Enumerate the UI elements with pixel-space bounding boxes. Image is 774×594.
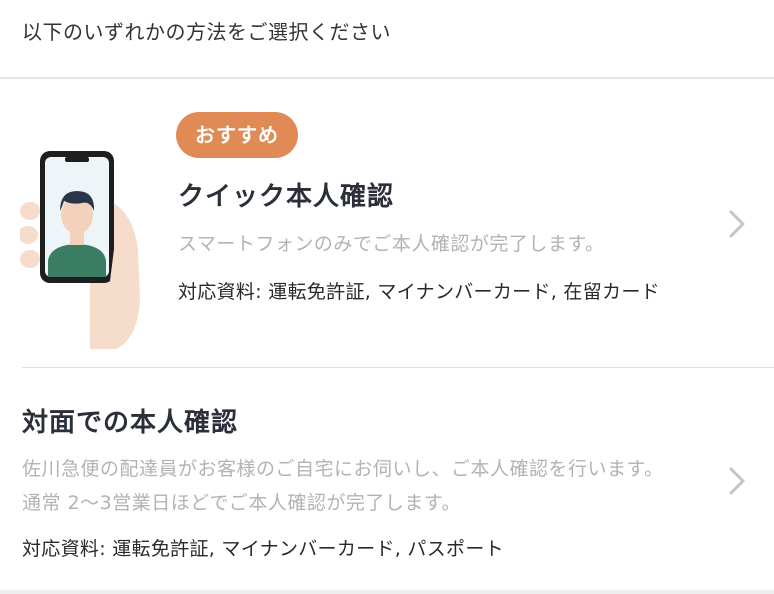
- recommended-badge: おすすめ: [176, 112, 298, 158]
- quick-verification-title: クイック本人確認: [178, 182, 395, 212]
- verification-method-page: 以下のいずれかの方法をご選択ください おすすめ クイック本人確認 スマートフォン: [0, 0, 774, 594]
- bottom-divider: [0, 590, 774, 594]
- face-to-face-verification-description: 佐川急便の配達員がお客様のご自宅にお伺いし、ご本人確認を行います。通常 2～3営…: [22, 458, 664, 514]
- chevron-right-icon: [729, 467, 745, 495]
- quick-verification-description: スマートフォンのみでご本人確認が完了します。: [178, 233, 605, 255]
- chevron-right-icon: [729, 210, 745, 238]
- smartphone-selfie-illustration: [20, 151, 140, 349]
- face-to-face-verification-option[interactable]: 対面での本人確認 佐川急便の配達員がお客様のご自宅にお伺いし、ご本人確認を行いま…: [0, 368, 774, 590]
- quick-verification-option[interactable]: おすすめ クイック本人確認 スマートフォンのみでご本人確認が完了します。 対応資…: [0, 79, 774, 367]
- face-to-face-verification-title: 対面での本人確認: [22, 408, 239, 438]
- face-to-face-verification-documents: 対応資料: 運転免許証, マイナンバーカード, パスポート: [22, 538, 504, 560]
- quick-verification-documents: 対応資料: 運転免許証, マイナンバーカード, 在留カード: [178, 281, 660, 303]
- instruction-text: 以下のいずれかの方法をご選択ください: [22, 20, 391, 44]
